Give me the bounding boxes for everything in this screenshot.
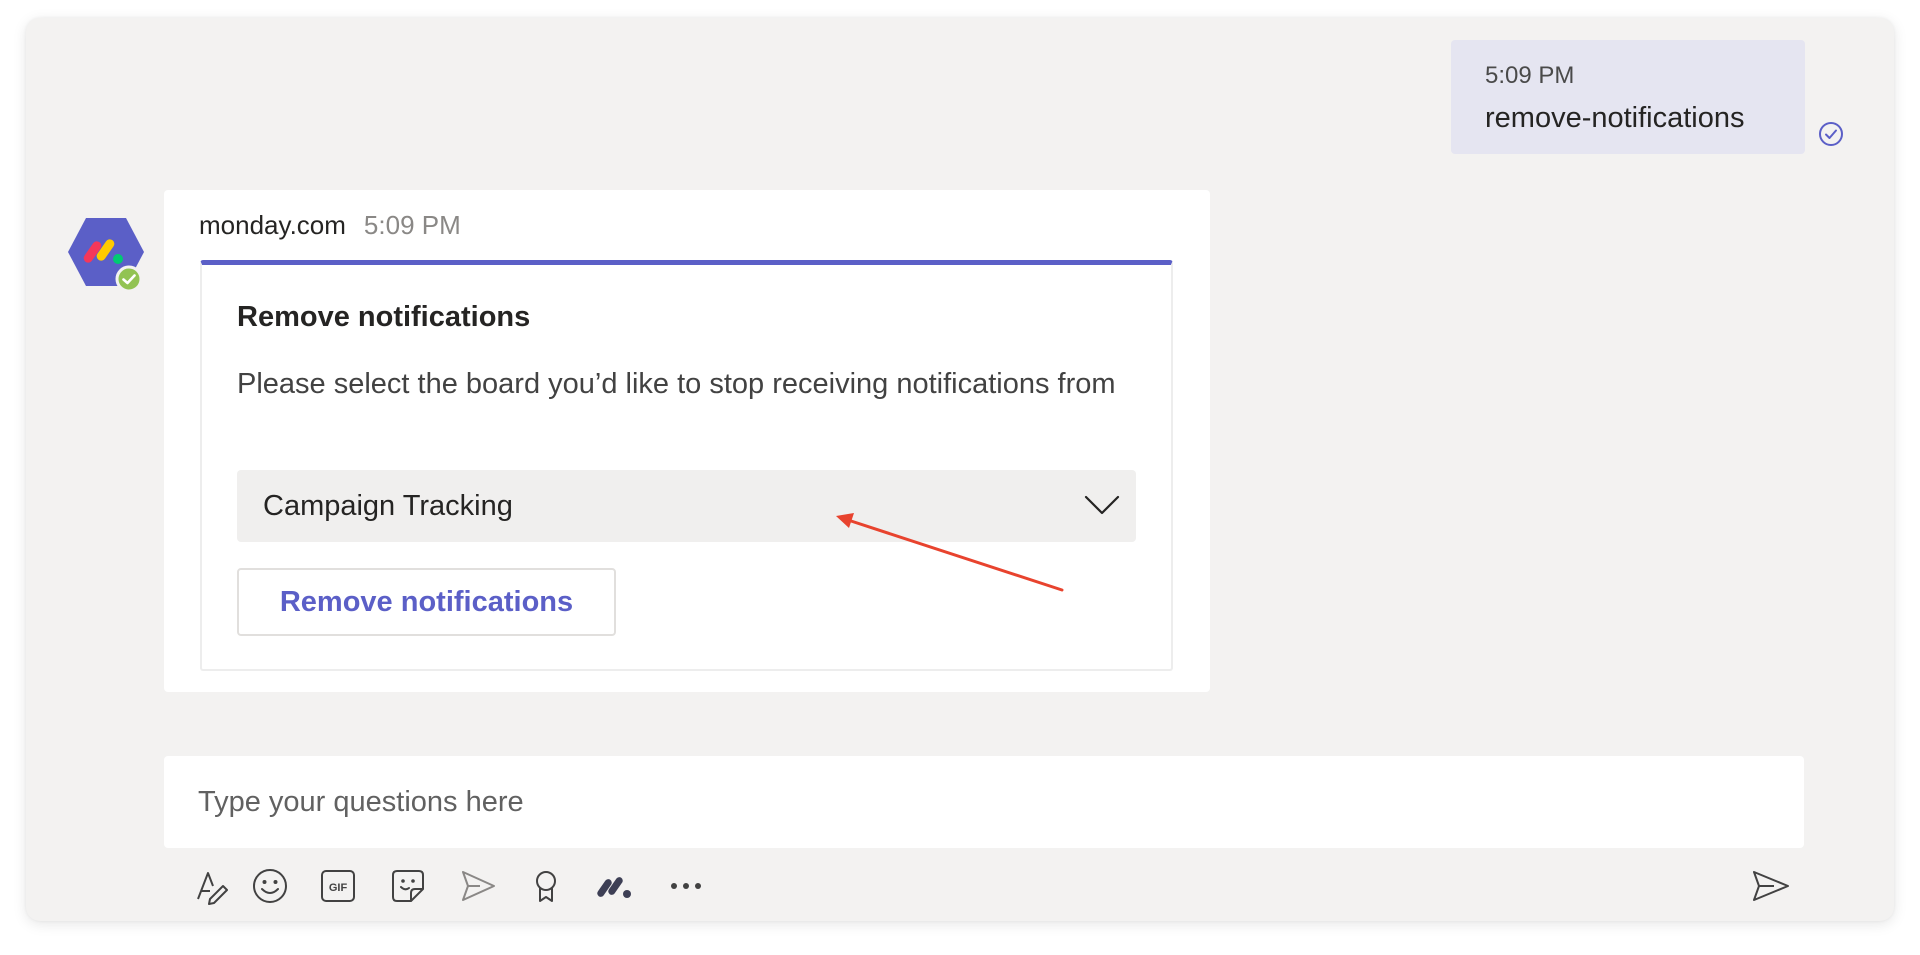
emoji-icon <box>253 869 287 903</box>
remove-notifications-button[interactable]: Remove notifications <box>237 568 616 636</box>
bot-avatar[interactable] <box>68 216 146 296</box>
gif-icon: GIF <box>321 870 355 902</box>
sticker-button[interactable] <box>386 864 430 908</box>
svg-text:GIF: GIF <box>329 882 348 894</box>
card-title: Remove notifications <box>237 301 531 333</box>
remove-notifications-card: Remove notifications Please select the b… <box>200 260 1173 671</box>
praise-button[interactable] <box>524 864 568 908</box>
seen-check-icon <box>1819 122 1843 146</box>
more-icon <box>671 883 701 889</box>
bot-message: monday.com 5:09 PM Remove notifications P… <box>164 190 1210 692</box>
card-description: Please select the board you’d like to st… <box>237 368 1116 400</box>
bot-sender-name[interactable]: monday.com <box>199 210 346 240</box>
meet-button[interactable] <box>456 864 500 908</box>
outgoing-message-time: 5:09 PM <box>1485 62 1575 89</box>
praise-icon <box>536 871 556 902</box>
format-icon <box>197 872 228 905</box>
compose-box[interactable] <box>164 756 1804 848</box>
sticker-icon <box>392 870 424 902</box>
monday-app-button[interactable] <box>594 864 638 908</box>
message-input[interactable] <box>198 785 1804 819</box>
board-select-value: Campaign Tracking <box>263 489 513 522</box>
format-button[interactable] <box>190 864 234 908</box>
bot-message-header: monday.com 5:09 PM <box>199 210 461 241</box>
meet-icon <box>462 871 495 901</box>
chat-window: 5:09 PM remove-notifications monday.com 5… <box>26 18 1894 921</box>
chevron-down-icon <box>1084 495 1120 515</box>
send-icon[interactable] <box>1748 864 1792 908</box>
bot-message-time: 5:09 PM <box>363 210 461 240</box>
emoji-button[interactable] <box>248 864 292 908</box>
gif-button[interactable]: GIF <box>316 864 360 908</box>
monday-app-icon <box>597 877 631 898</box>
outgoing-message: 5:09 PM remove-notifications <box>1451 40 1805 154</box>
board-select-dropdown[interactable]: Campaign Tracking <box>237 470 1136 542</box>
outgoing-message-text: remove-notifications <box>1485 102 1745 134</box>
more-options-button[interactable] <box>664 864 708 908</box>
status-available-icon <box>115 265 143 293</box>
